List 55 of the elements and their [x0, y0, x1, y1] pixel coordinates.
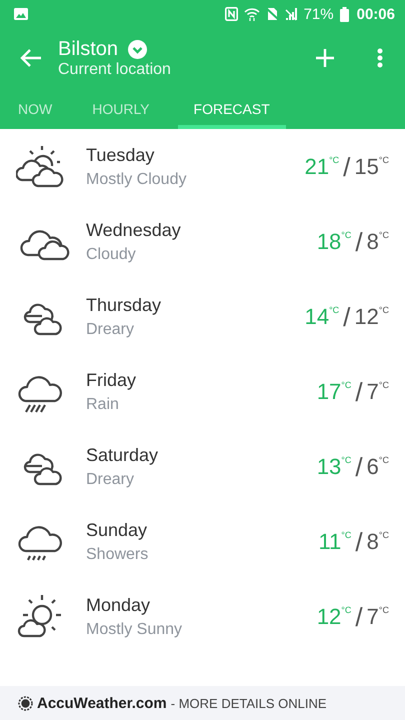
brand-link[interactable]: AccuWeather.com	[37, 694, 167, 712]
temperature-separator: /	[343, 154, 350, 180]
low-temperature: 8$^{°C}$	[366, 228, 389, 254]
high-temperature: 14$^{°C}$	[304, 304, 340, 330]
more-options-icon	[377, 48, 383, 68]
dropdown-icon[interactable]	[128, 40, 148, 58]
high-temperature: 12$^{°C}$	[316, 604, 352, 630]
plus-icon	[315, 48, 335, 68]
temperature-separator: /	[355, 378, 363, 404]
nfc-icon	[224, 7, 238, 21]
condition-text: Rain	[86, 396, 120, 414]
low-temperature: 12$^{°C}$	[354, 304, 389, 330]
day-name: Monday	[86, 594, 152, 616]
day-name: Tuesday	[86, 144, 156, 166]
high-temperature: 21$^{°C}$	[304, 154, 340, 180]
condition-text: Cloudy	[86, 246, 137, 264]
back-arrow-icon	[20, 48, 42, 68]
low-temperature: 15$^{°C}$	[354, 154, 389, 180]
temperature-separator: /	[355, 228, 363, 254]
high-temperature: 11$^{°C}$	[318, 528, 352, 554]
no-sim-icon	[266, 7, 279, 21]
temperature-separator: /	[343, 304, 350, 330]
battery-percent: 71%	[304, 6, 334, 22]
battery-icon	[340, 6, 349, 22]
clock-time: 00:06	[356, 6, 395, 22]
condition-text: Showers	[86, 546, 150, 564]
sun-logo-icon[interactable]	[18, 696, 33, 710]
no-signal-icon	[284, 7, 298, 21]
temperature-separator: /	[355, 454, 363, 480]
condition-text: Mostly Cloudy	[86, 170, 188, 188]
temperature-separator: /	[355, 528, 363, 554]
wifi-icon	[244, 7, 260, 21]
low-temperature: 8$^{°C}$	[366, 528, 389, 554]
day-name: Sunday	[86, 520, 148, 540]
day-name: Friday	[86, 370, 138, 390]
high-temperature: 13$^{°C}$	[316, 454, 352, 480]
tab[interactable]: NOW	[6, 92, 64, 129]
location-title[interactable]: Bilston	[58, 38, 118, 60]
day-name: Saturday	[86, 444, 160, 466]
condition-text: Mostly Sunny	[86, 620, 184, 638]
low-temperature: 7$^{°C}$	[366, 378, 389, 404]
tab[interactable]: HOURLY	[80, 92, 162, 129]
day-name: Wednesday	[86, 220, 182, 240]
high-temperature: 17$^{°C}$	[316, 378, 352, 404]
high-temperature: 18$^{°C}$	[316, 228, 352, 254]
low-temperature: 7$^{°C}$	[366, 604, 389, 630]
day-name: Thursday	[86, 294, 162, 316]
location-subtitle: Current location	[58, 60, 172, 78]
details-link[interactable]: - MORE DETAILS ONLINE	[170, 696, 327, 710]
temperature-separator: /	[355, 604, 363, 630]
condition-text: Dreary	[86, 320, 136, 338]
condition-text: Dreary	[86, 470, 136, 488]
tab[interactable]: FORECAST	[178, 92, 286, 129]
image-icon	[14, 8, 28, 20]
low-temperature: 6$^{°C}$	[366, 454, 389, 480]
